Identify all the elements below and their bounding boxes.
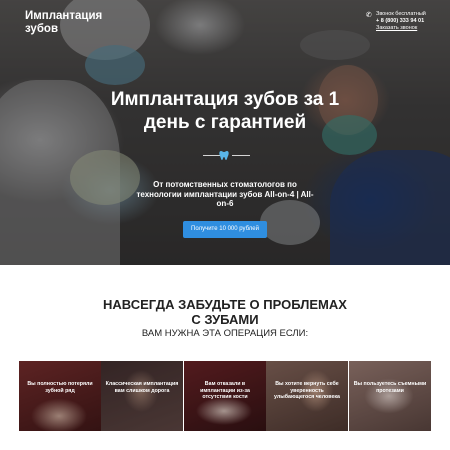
order-call-link[interactable]: Заказать звонок [376, 25, 450, 32]
indication-card[interactable]: Вам отказали в имплантации из-за отсутст… [184, 361, 266, 431]
section-title: НАВСЕГДА ЗАБУДЬТЕ О ПРОБЛЕМАХ С ЗУБАМИ [103, 297, 347, 327]
indication-card[interactable]: Классическая имплантация вам слишком дор… [101, 361, 183, 431]
card-label: Вы пользуетесь съемными протезами [353, 381, 427, 394]
free-call-label: Звонок бесплатный [376, 11, 426, 17]
indication-card[interactable]: Вы пользуетесь съемными протезами [349, 361, 431, 431]
hero-subtitle: От потомственных стоматологов по техноло… [136, 180, 314, 208]
card-label: Вы полностью потеряли зубной ряд [27, 381, 93, 394]
tooth-icon [219, 150, 229, 164]
tooth-icon-svg [219, 151, 229, 160]
card-label: Вам отказали в имплантации из-за отсутст… [200, 381, 250, 401]
divider-line-right [232, 155, 250, 156]
site-logo[interactable]: Имплантация зубов [25, 10, 135, 36]
indications-cards: Вы полностью потеряли зубной ряд Классич… [19, 361, 431, 431]
hero-section: Имплантация зубов ✆ Звонок бесплатный + … [0, 0, 450, 265]
card-label: Классическая имплантация вам слишком дор… [105, 381, 179, 394]
hero-title: Имплантация зубов за 1 день с гарантией [110, 89, 340, 133]
indication-card[interactable]: Вы хотите вернуть себе уверенность улыба… [266, 361, 348, 431]
card-label: Вы хотите вернуть себе уверенность улыба… [273, 381, 340, 401]
phone-icon: ✆ [366, 12, 372, 19]
indication-card[interactable]: Вы полностью потеряли зубной ряд [19, 361, 101, 431]
section-subtitle: ВАМ НУЖНА ЭТА ОПЕРАЦИЯ ЕСЛИ: [141, 328, 309, 339]
card-overlay [349, 361, 431, 431]
phone-number[interactable]: + 8 (800) 333 94 01 [376, 18, 450, 25]
landing-page: Имплантация зубов ✆ Звонок бесплатный + … [0, 0, 450, 450]
get-bonus-button[interactable]: Получите 10 000 рублей [183, 221, 267, 238]
card-overlay [19, 361, 101, 431]
card-overlay [101, 361, 183, 431]
